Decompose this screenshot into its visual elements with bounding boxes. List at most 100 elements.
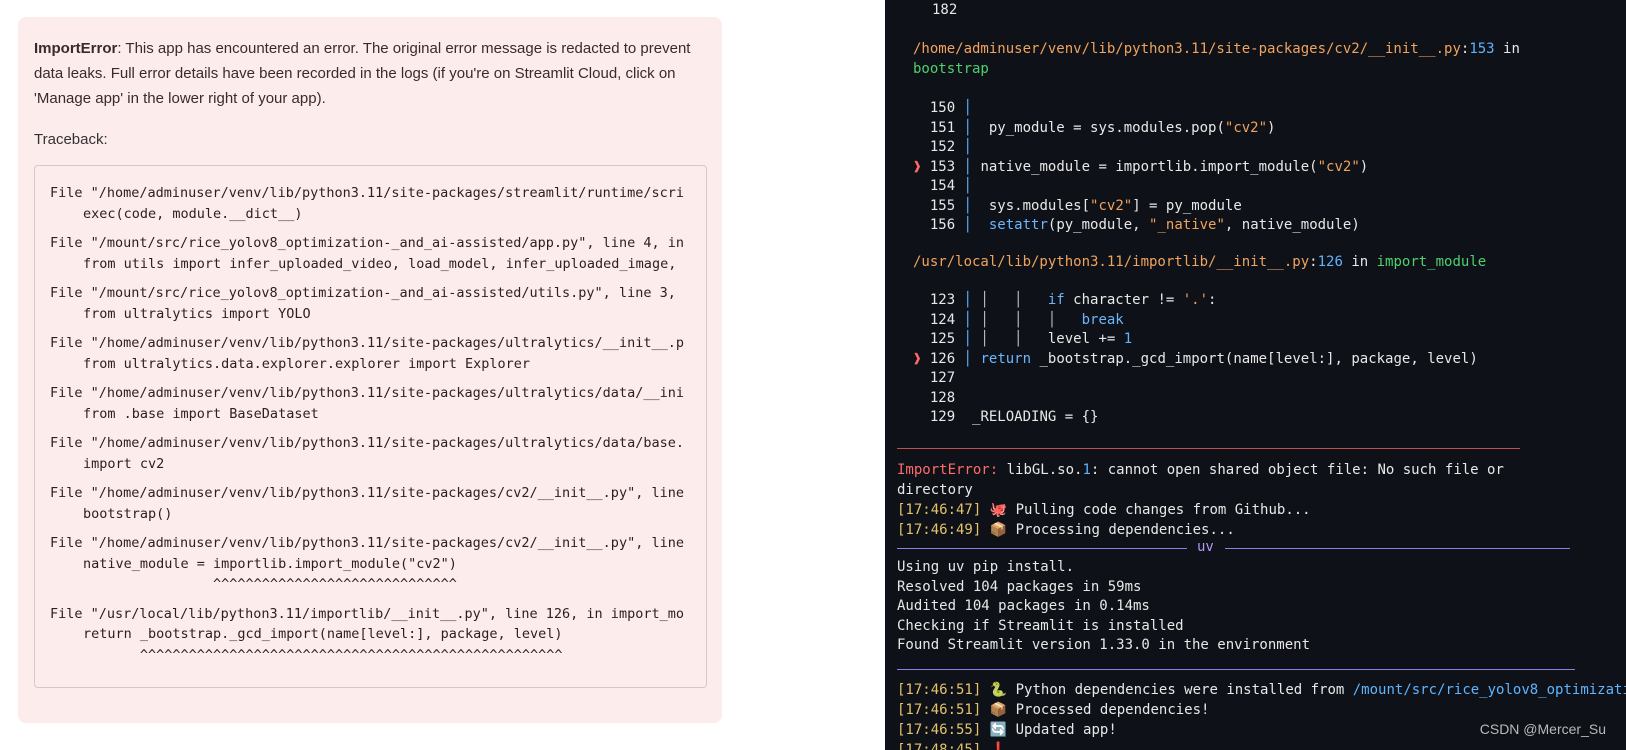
frame-line: 126 [1317, 254, 1343, 270]
code-line: 128 [913, 388, 972, 408]
code-text: ] = py_module [1132, 197, 1242, 214]
error-text: : This app has encountered an error. The… [34, 40, 691, 107]
uv-label: uv [1197, 539, 1214, 555]
indent-guides: │ │ [972, 292, 1048, 308]
frame-func-1: bootstrap [913, 61, 989, 77]
import-error-text: : cannot open shared object file: No suc… [1090, 462, 1504, 478]
package-icon: 📦 [989, 702, 1008, 718]
trace-file-line: File "/home/adminuser/venv/lib/python3.1… [50, 185, 684, 201]
code-line: ❱ 126 │ return _bootstrap._gcd_import(na… [913, 349, 1478, 369]
gutter-bar: │ [955, 197, 973, 214]
log-line: [17:46:55] 🔄 Updated app! [897, 720, 1117, 740]
trace-file-line: File "/home/adminuser/venv/lib/python3.1… [50, 335, 684, 351]
frame-path: /usr/local/lib/python3.11/importlib/__in… [913, 254, 1310, 270]
code-keyword: break [1081, 311, 1124, 328]
traceback-box[interactable]: File "/home/adminuser/venv/lib/python3.1… [34, 165, 707, 688]
terminal-log[interactable]: 182 /home/adminuser/venv/lib/python3.11/… [885, 0, 1626, 750]
trace-code-line: return _bootstrap._gcd_import(name[level… [83, 626, 563, 642]
import-error-num: 1 [1082, 462, 1091, 478]
frame-header-1: /home/adminuser/venv/lib/python3.11/site… [913, 39, 1520, 59]
log-time: [17:46:51] [897, 682, 982, 698]
code-text: native_module = importlib.import_module( [972, 158, 1318, 175]
line-number: 124 [929, 311, 956, 328]
separator-line [897, 669, 1575, 670]
code-string: "cv2" [1090, 197, 1133, 214]
frame-header-2: /usr/local/lib/python3.11/importlib/__in… [913, 252, 1486, 272]
alert-icon: ❗ [989, 742, 1008, 750]
code-line: 150 │ [913, 98, 972, 118]
code-text: sys.modules[ [972, 197, 1091, 214]
line-number: 128 [929, 389, 956, 406]
code-line: 124 │ │ │ │ break [913, 310, 1124, 330]
uv-output-line: Checking if Streamlit is installed [897, 617, 1184, 634]
import-error-line: ImportError: libGL.so.1: cannot open sha… [897, 460, 1504, 480]
gutter-bar: │ [955, 100, 973, 116]
code-line: 151 │ py_module = sys.modules.pop("cv2") [913, 118, 1276, 138]
import-error-line-2: directory [897, 482, 973, 498]
traceback-label: Traceback: [34, 131, 108, 148]
log-text: Python dependencies were installed from [1007, 682, 1353, 698]
log-line: [17:46:51] 📦 Processed dependencies! [897, 700, 1209, 720]
code-text: (py_module, [1047, 217, 1150, 233]
frame-sep: : [1309, 254, 1318, 270]
trace-file-line: File "/mount/src/rice_yolov8_optimizatio… [50, 285, 676, 301]
log-path: /mount/src/rice_yolov8_optimizati [1352, 682, 1626, 698]
error-type: ImportError [34, 40, 118, 57]
trace-caret-line: ^^^^^^^^^^^^^^^^^^^^^^^^^^^^^^^^^^^^^^^^… [83, 646, 563, 663]
trace-file-line: File "/home/adminuser/venv/lib/python3.1… [50, 485, 684, 501]
frame-in: in [1342, 254, 1377, 270]
indent-guides: │ │ [972, 331, 1048, 347]
log-text: Pulling code changes from Github... [1007, 502, 1311, 518]
code-text: _RELOADING = {} [972, 409, 1099, 425]
code-string: "_native" [1149, 217, 1225, 233]
octopus-icon: 🐙 [989, 502, 1008, 518]
code-text: _bootstrap._gcd_import(name[level:], pac… [1031, 350, 1478, 367]
gutter-bar: │ [955, 178, 973, 194]
trace-code-line: bootstrap() [83, 505, 173, 522]
code-text: character != [1064, 292, 1183, 308]
uv-output-line: Audited 104 packages in 0.14ms [897, 598, 1150, 614]
trace-file-line: File "/usr/local/lib/python3.11/importli… [50, 605, 684, 622]
trace-file-line: File "/mount/src/rice_yolov8_optimizatio… [50, 235, 684, 251]
log-line: [17:46:51] 🐍 Python dependencies were in… [897, 680, 1626, 700]
frame-in: in [1494, 41, 1520, 57]
log-line: [17:48:45] ❗ [897, 740, 1007, 750]
frame-func: import_module [1376, 254, 1487, 270]
log-text: Processed dependencies! [1007, 702, 1210, 718]
log-text: Updated app! [1007, 722, 1117, 738]
code-line: 152 │ [913, 137, 972, 157]
trace-code-line: from ultralytics.data.explorer.explorer … [83, 355, 531, 372]
package-icon: 📦 [989, 522, 1008, 538]
code-text: py_module = sys.modules.pop( [972, 119, 1225, 136]
trace-code-line: from utils import infer_uploaded_video, … [83, 255, 677, 272]
code-line: 125 │ │ │ level += 1 [913, 329, 1132, 349]
log-time: [17:46:55] [897, 722, 982, 738]
refresh-icon: 🔄 [989, 722, 1008, 738]
code-line: 156 │ setattr(py_module, "_native", nati… [913, 215, 1360, 235]
code-text: ) [1267, 119, 1276, 136]
error-panel: ImportError: This app has encountered an… [18, 17, 722, 723]
log-text: Processing dependencies... [1007, 522, 1235, 538]
trace-file-line: File "/home/adminuser/venv/lib/python3.1… [50, 535, 684, 551]
uv-output-line: Resolved 104 packages in 59ms [897, 578, 1142, 595]
gutter-bar: │ [955, 331, 973, 347]
error-message: ImportError: This app has encountered an… [34, 36, 704, 111]
code-keyword: setattr [988, 217, 1048, 233]
code-keyword: if [1047, 292, 1065, 308]
line-number: 151 [929, 119, 956, 136]
line-number: 153 [929, 158, 956, 175]
gutter-bar: │ [955, 158, 973, 175]
line-number: 156 [929, 217, 956, 233]
log-line: [17:46:49] 📦 Processing dependencies... [897, 520, 1235, 540]
line-number: 123 [929, 292, 956, 308]
